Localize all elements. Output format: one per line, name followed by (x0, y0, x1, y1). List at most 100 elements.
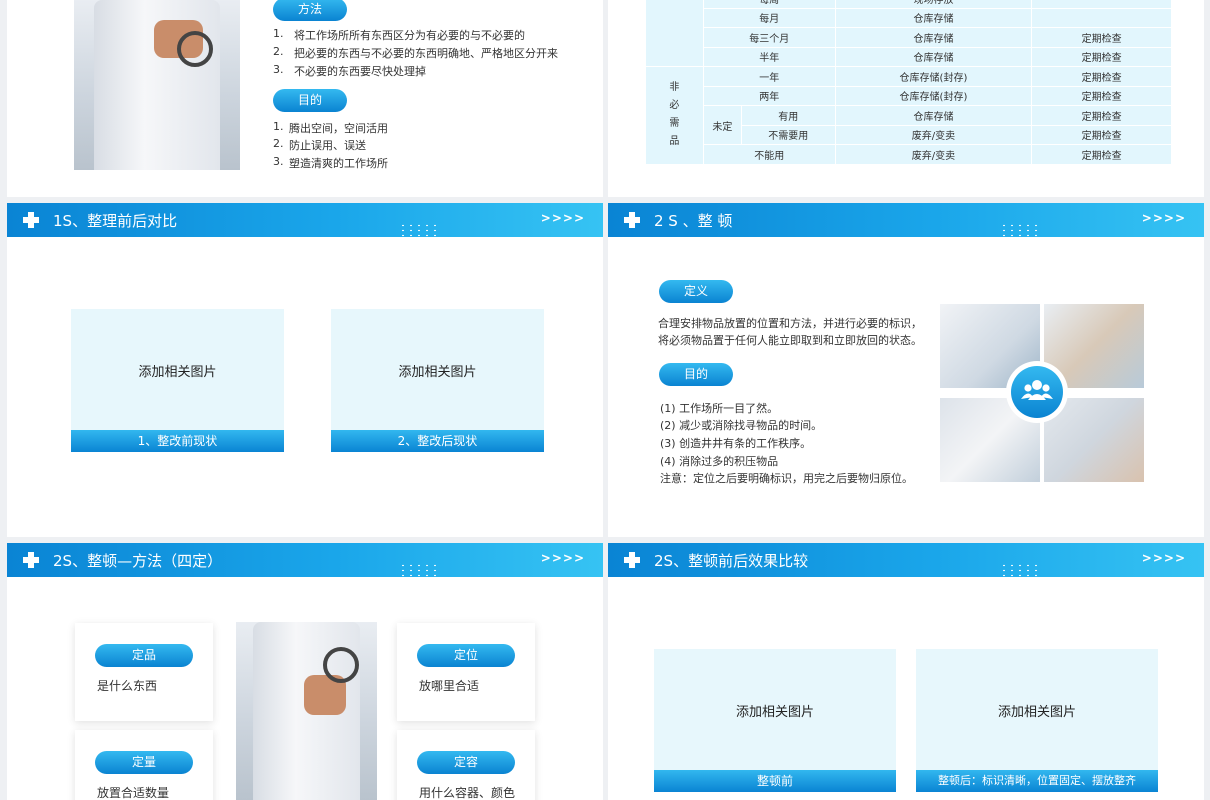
slide-title: 1S、整理前后对比 (53, 212, 178, 230)
definition-line-2: 将必须物品置于任何人能立即取到和立即放回的状态。 (658, 334, 922, 347)
slide-1s-method: 方法 1. 将工作场所所有东西区分为有必要的与不必要的 2. 把必要的东西与不必… (7, 0, 603, 197)
placeholder-label: 添加相关图片 (735, 705, 814, 720)
image-placeholder-before[interactable]: 添加相关图片 整顿前 (654, 649, 896, 792)
card-item: 定容 用什么容器、颜色 (397, 730, 535, 800)
table-row: 每三个月 仓库存储 定期检查 (646, 27, 1172, 48)
dots-decoration (1000, 563, 1040, 577)
method-item-2: 把必要的东西与不必要的东西明确地、严格地区分开来 (294, 47, 558, 60)
slide-2s-four-fixes: 2S、整顿—方法（四定） >>>> 定品 是什么东西 定位 放哪里合适 定量 放… (7, 543, 603, 800)
card-text: 放置合适数量 (97, 786, 170, 800)
method-item-1: 将工作场所所有东西区分为有必要的与不必要的 (294, 29, 525, 42)
slide-1s-compare: 1S、整理前后对比 >>>> 添加相关图片 1、整改前现状 添加相关图片 2、整… (7, 203, 603, 537)
image-placeholder-after[interactable]: 添加相关图片 整顿后：标识清晰，位置固定、摆放整齐 (916, 649, 1158, 792)
arrows-icon: >>>> (1141, 211, 1186, 225)
purpose-item-2: 防止误用、误送 (289, 139, 366, 152)
slide-1s-table: 每周 现场存放 每月 仓库存储 每三个月 仓库存储 定期检查 半年 仓库存储 定… (608, 0, 1204, 197)
team-icon-badge (1011, 366, 1063, 418)
card-pill: 定容 (417, 751, 515, 774)
dots-decoration (1000, 223, 1040, 237)
purpose-num-2: 2. (273, 137, 284, 150)
slide-2s-definition: 2 S 、整 顿 >>>> 定义 合理安排物品放置的位置和方法，并进行必要的标识… (608, 203, 1204, 537)
table-row: 非必需品 一年 仓库存储(封存) 定期检查 (645, 66, 1172, 165)
team-icon (1006, 361, 1068, 423)
stethoscope-icon (176, 30, 213, 67)
card-pill: 定品 (95, 644, 193, 667)
table-cell: 半年 (702, 46, 836, 67)
title-bar: 1S、整理前后对比 >>>> (7, 203, 603, 237)
table-cell: 废弃/变卖 (834, 124, 1033, 145)
purpose-item-1: (1) 工作场所一目了然。 (660, 402, 779, 415)
table-cell: 有用 (740, 105, 836, 126)
table-cell: 定期检查 (1031, 66, 1172, 87)
table-cell: 定期检查 (1031, 124, 1172, 145)
slide-title: 2S、整顿—方法（四定） (53, 552, 223, 570)
table-cell: 每三个月 (702, 27, 836, 48)
slide-title: 2 S 、整 顿 (654, 212, 733, 230)
purpose-item-3: 塑造清爽的工作场所 (289, 157, 388, 170)
card-pill: 定量 (95, 751, 193, 774)
purpose-pill: 目的 (659, 363, 733, 386)
table-cell: 现场存放 (834, 0, 1033, 9)
plus-icon (624, 552, 640, 568)
table-cell (1031, 7, 1172, 28)
placeholder-label: 添加相关图片 (138, 365, 217, 380)
table-cell: 每月 (702, 7, 836, 28)
card-item: 定位 放哪里合适 (397, 623, 535, 721)
table-cell: 不能用 (702, 144, 836, 165)
table-row: 半年 仓库存储 定期检查 (646, 46, 1172, 67)
table-cell: 定期检查 (1031, 46, 1172, 67)
method-item-3: 不必要的东西要尽快处理掉 (294, 65, 426, 78)
dots-decoration (399, 563, 439, 577)
title-bar: 2 S 、整 顿 >>>> (608, 203, 1204, 237)
table-cell (1031, 0, 1172, 9)
table-cell: 一年 (702, 66, 836, 87)
table-cell: 仓库存储 (834, 46, 1033, 67)
doctor-photo (74, 0, 240, 170)
plus-icon (23, 212, 39, 228)
table-cell: 定期检查 (1031, 85, 1172, 106)
image-placeholder-after[interactable]: 添加相关图片 2、整改后现状 (331, 309, 544, 452)
title-bar: 2S、整顿—方法（四定） >>>> (7, 543, 603, 577)
title-bar: 2S、整顿前后效果比较 >>>> (608, 543, 1204, 577)
table-cell: 两年 (702, 85, 836, 106)
storage-table: 每周 现场存放 每月 仓库存储 每三个月 仓库存储 定期检查 半年 仓库存储 定… (645, 0, 1172, 165)
table-row: 两年 仓库存储(封存) 定期检查 (646, 85, 1172, 106)
card-pill: 定位 (417, 644, 515, 667)
method-num-3: 3. (273, 63, 284, 76)
arrows-icon: >>>> (540, 551, 585, 565)
card-item: 定量 放置合适数量 (75, 730, 213, 800)
placeholder-label: 添加相关图片 (398, 365, 477, 380)
image-placeholder-before[interactable]: 添加相关图片 1、整改前现状 (71, 309, 284, 452)
table-cell: 仓库存储(封存) (834, 85, 1033, 106)
caption-after: 2、整改后现状 (331, 430, 544, 452)
table-cell-group-label: 非必需品 (645, 66, 704, 165)
purpose-item-4: (4) 消除过多的积压物品 (660, 455, 779, 468)
table-cell: 仓库存储 (834, 105, 1033, 126)
slide-2s-compare: 2S、整顿前后效果比较 >>>> 添加相关图片 整顿前 添加相关图片 整顿后：标… (608, 543, 1204, 800)
purpose-num-1: 1. (273, 120, 284, 133)
arrows-icon: >>>> (540, 211, 585, 225)
arrows-icon: >>>> (1141, 551, 1186, 565)
table-row: 未定 有用 仓库存储 定期检查 (646, 105, 1172, 145)
caption-after: 整顿后：标识清晰，位置固定、摆放整齐 (916, 770, 1158, 792)
definition-pill: 定义 (659, 280, 733, 303)
table-cell: 定期检查 (1031, 144, 1172, 165)
card-text: 是什么东西 (97, 679, 158, 693)
dots-decoration (399, 223, 439, 237)
table-cell-group-top (645, 0, 704, 67)
people-icon (1021, 380, 1053, 400)
card-item: 定品 是什么东西 (75, 623, 213, 721)
method-pill: 方法 (273, 0, 347, 21)
definition-line-1: 合理安排物品放置的位置和方法，并进行必要的标识， (658, 317, 922, 330)
method-num-2: 2. (273, 45, 284, 58)
plus-icon (23, 552, 39, 568)
slide-title: 2S、整顿前后效果比较 (654, 552, 809, 570)
table-cell: 不需要用 (740, 124, 836, 145)
plus-icon (624, 212, 640, 228)
table-cell: 仓库存储(封存) (834, 66, 1033, 87)
placeholder-label: 添加相关图片 (997, 705, 1076, 720)
table-cell: 废弃/变卖 (834, 144, 1033, 165)
note-text: 注意：定位之后要明确标识，用完之后要物归原位。 (660, 472, 913, 485)
group-label: 非必需品 (669, 82, 680, 148)
table-cell-sub-label: 未定 (702, 105, 742, 145)
